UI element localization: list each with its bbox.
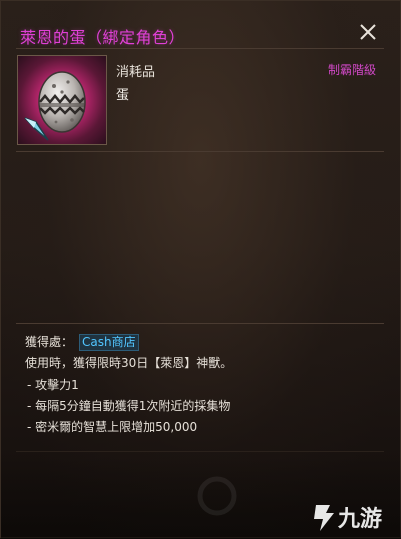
bullet-attack: - 攻擊力1 (27, 378, 79, 392)
close-button[interactable] (357, 21, 379, 43)
item-description: 使用時，獲得限時30日【萊恩】神獸。 (25, 356, 233, 370)
title-divider (16, 48, 384, 49)
background-emblem (197, 471, 237, 525)
watermark-text: 九游 (337, 506, 382, 532)
item-icon-frame (17, 55, 107, 145)
bullet-wisdom-cap: - 密米爾的智慧上限增加50,000 (27, 420, 198, 434)
item-title: 萊恩的蛋（綁定角色） (20, 28, 186, 47)
item-tooltip-panel: 萊恩的蛋（綁定角色） 消耗品 制霸階級 蛋 獲得處： Cash商店 使用時，獲得… (0, 0, 401, 539)
footer-divider (16, 451, 384, 452)
bullet-auto-gather: - 每隔5分鐘自動獲得1次附近的採集物 (27, 399, 231, 413)
header-divider (16, 151, 384, 152)
item-category: 消耗品 (116, 65, 156, 80)
cash-shop-link[interactable]: Cash商店 (79, 334, 139, 351)
close-icon (360, 24, 376, 40)
item-name: 蛋 (116, 88, 130, 103)
details-divider (16, 323, 384, 324)
crystal-shard-icon (24, 117, 49, 141)
source-row: 獲得處： Cash商店 (25, 333, 139, 351)
source-label: 獲得處： (25, 335, 74, 349)
watermark: 九游 (306, 499, 398, 535)
jiuyou-logo-icon: 九游 (314, 505, 382, 532)
item-rank: 制霸階級 (327, 63, 376, 77)
